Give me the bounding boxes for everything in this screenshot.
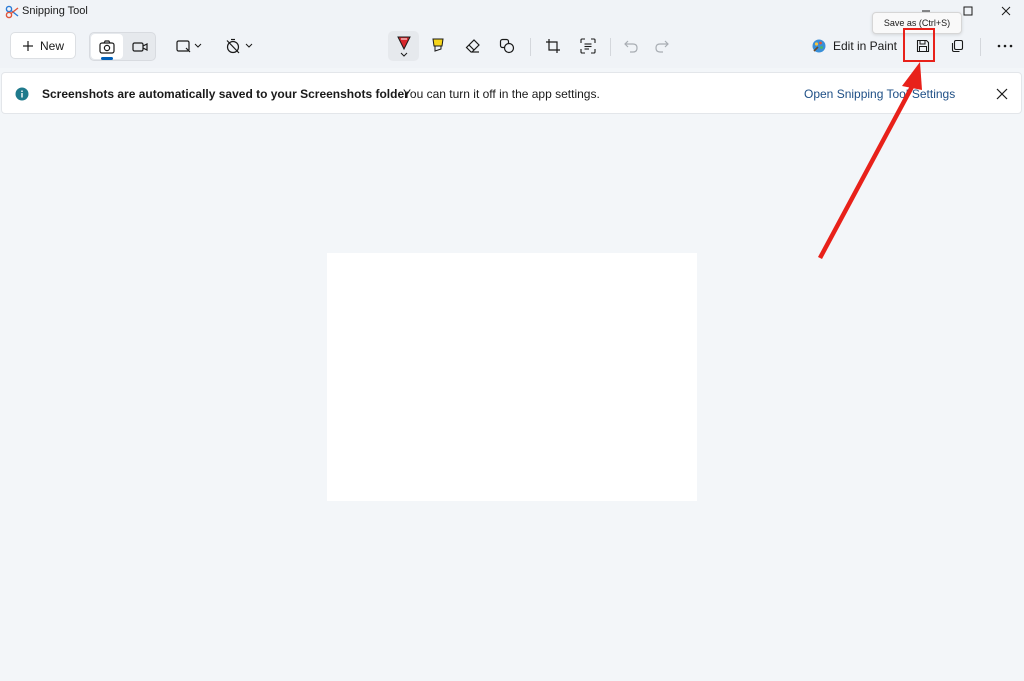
maximize-icon [963,6,973,16]
edit-in-paint-button[interactable]: Edit in Paint [806,32,902,60]
close-icon[interactable] [995,87,1009,101]
capture-mode-toggle [89,32,156,61]
info-icon [15,87,29,101]
crop-icon [546,39,560,53]
new-snip-button[interactable]: New [10,32,76,59]
copy-icon [951,39,964,53]
toolbar-divider [530,38,531,56]
paint-icon [812,39,826,53]
new-snip-label: New [39,38,64,53]
annotation-highlight-box [903,28,935,62]
canvas-area [0,115,1024,681]
highlighter-icon [432,38,444,52]
open-settings-link[interactable]: Open Snipping Tool Settings [804,87,955,101]
captured-snip-image [327,253,697,501]
timer-off-icon [226,38,253,54]
title-bar: Snipping Tool [0,0,1024,24]
close-window-button[interactable] [986,0,1024,22]
crop-button[interactable] [538,32,568,60]
shapes-icon [499,38,515,54]
text-actions-button[interactable] [573,32,603,60]
app-title: Snipping Tool [22,5,88,17]
delay-dropdown[interactable] [220,32,260,60]
snipping-tool-window: Snipping Tool New Edit in Paint Save as … [0,0,1024,681]
info-bar: Screenshots are automatically saved to y… [1,72,1022,114]
more-icon [997,44,1013,48]
plus-icon [22,40,33,51]
camera-icon [99,39,115,54]
undo-icon [624,40,638,53]
redo-icon [655,40,669,53]
snipping-tool-app-icon [5,5,19,19]
eraser-icon [465,39,480,53]
redo-button[interactable] [647,32,677,60]
toolbar: New Edit in Paint [0,24,1024,68]
rectangle-snip-icon [176,40,202,53]
ballpoint-pen-icon [396,36,411,57]
text-actions-icon [580,38,596,54]
ballpoint-pen-button[interactable] [388,31,419,61]
video-icon [132,41,148,52]
eraser-button[interactable] [458,32,488,60]
snip-shape-dropdown[interactable] [170,32,210,60]
info-message: You can turn it off in the app settings. [403,87,600,101]
edit-in-paint-label: Edit in Paint [832,39,898,53]
video-mode-button[interactable] [124,34,156,59]
info-title: Screenshots are automatically saved to y… [42,87,409,101]
close-icon [1001,6,1011,16]
copy-button[interactable] [943,32,971,60]
screenshot-mode-button[interactable] [91,34,123,60]
undo-button[interactable] [616,32,646,60]
toolbar-divider [980,38,981,56]
shapes-button[interactable] [492,32,522,60]
highlighter-button[interactable] [423,32,453,60]
more-options-button[interactable] [990,32,1020,60]
toolbar-divider [610,38,611,56]
